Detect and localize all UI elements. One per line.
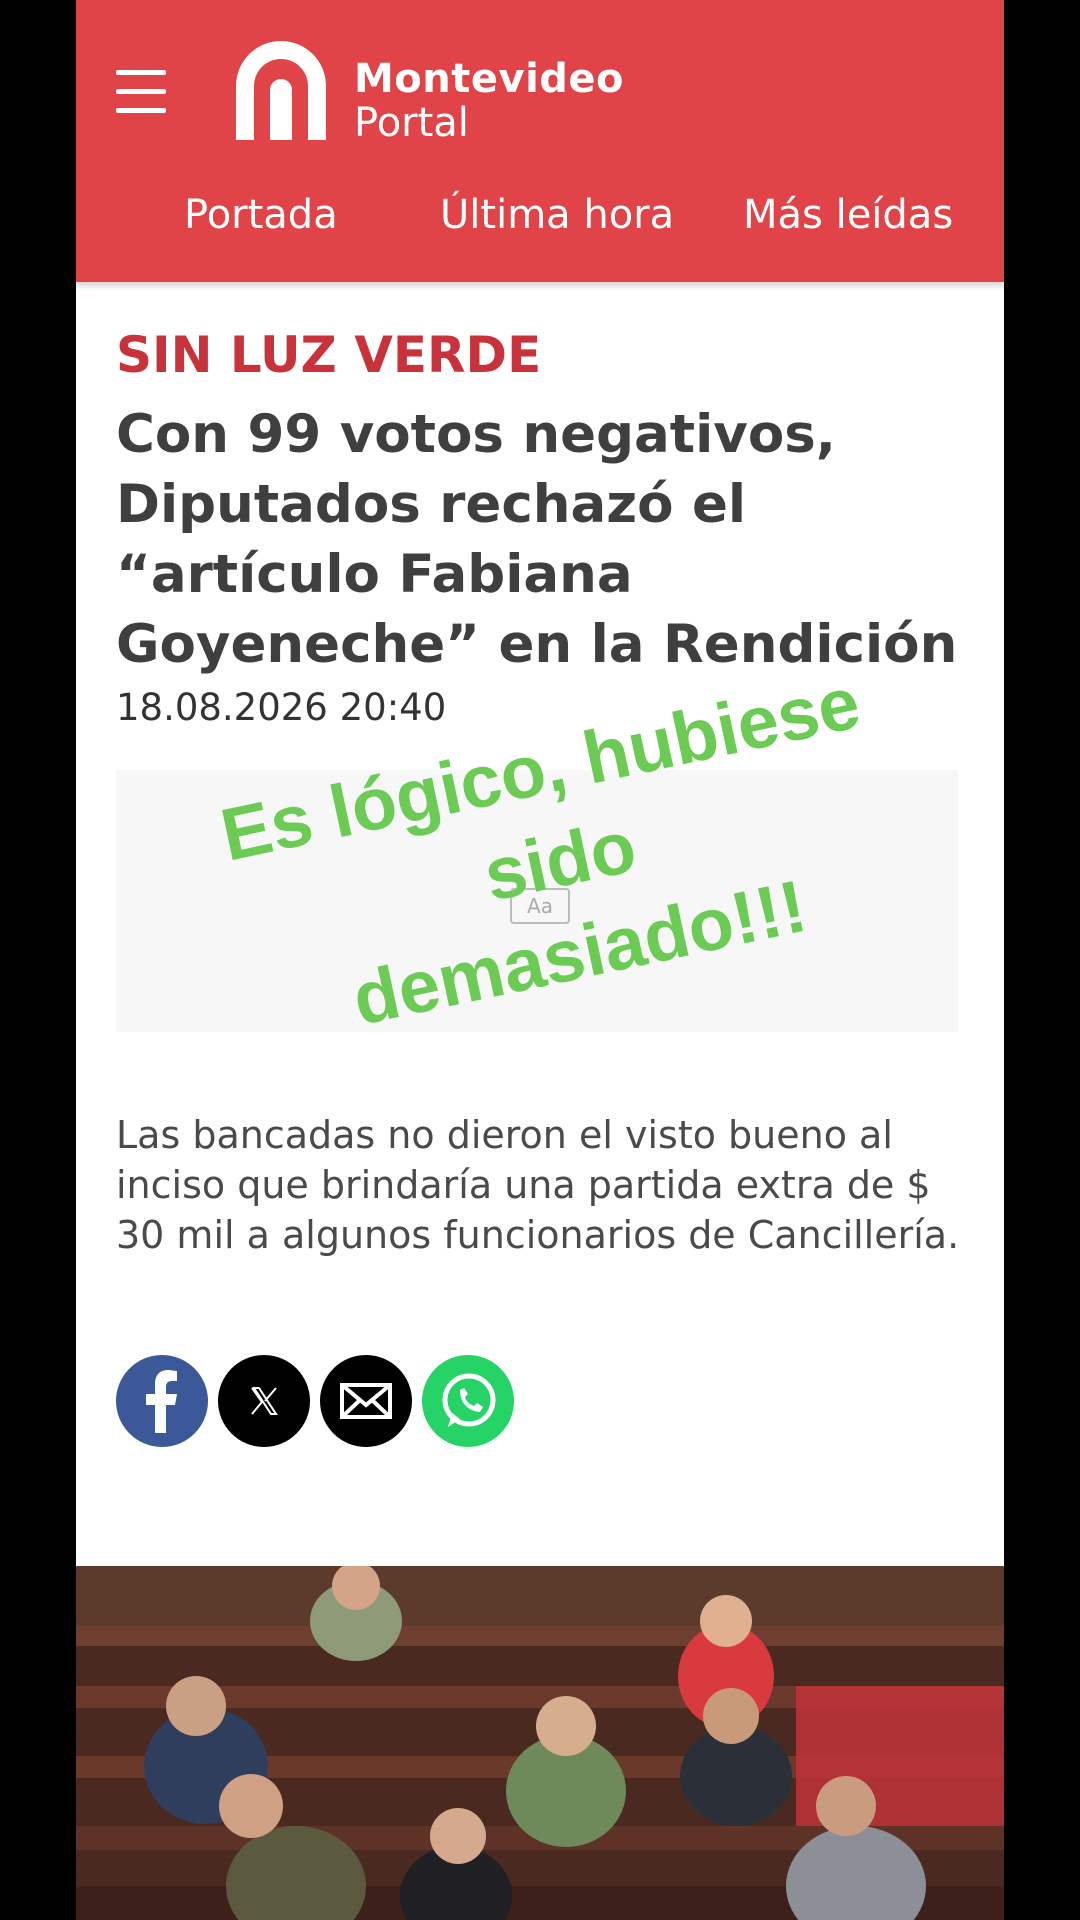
article-photo[interactable] (76, 1566, 1004, 1920)
article-summary: Las bancadas no dieron el visto bueno al… (116, 1113, 960, 1257)
share-facebook-button[interactable] (116, 1355, 208, 1447)
menu-icon[interactable] (116, 70, 166, 114)
envelope-icon (340, 1383, 392, 1419)
site-header: Montevideo Portal Portada Última hora Má… (76, 0, 1004, 282)
article-kicker: SIN LUZ VERDE (116, 326, 542, 384)
brand-subtitle[interactable]: Portal (354, 100, 469, 146)
x-icon (251, 1387, 278, 1415)
tab-portada[interactable]: Portada (184, 192, 338, 238)
article-headline: Con 99 votos negativos, Diputados rechaz… (116, 404, 958, 675)
whatsapp-icon (442, 1373, 496, 1427)
share-whatsapp-button[interactable] (422, 1355, 514, 1447)
tab-ultima-hora[interactable]: Última hora (440, 192, 674, 238)
tab-mas-leidas[interactable]: Más leídas (743, 192, 953, 238)
article-page: Montevideo Portal Portada Última hora Má… (76, 0, 1004, 1920)
logo-icon[interactable] (232, 40, 330, 140)
ad-icon: Aa (510, 888, 570, 924)
share-x-button[interactable] (218, 1355, 310, 1447)
brand-name[interactable]: Montevideo (354, 56, 624, 102)
article-date: 18.08.2026 20:40 (116, 686, 447, 729)
parliament-photo (76, 1566, 1004, 1920)
share-email-button[interactable] (320, 1355, 412, 1447)
facebook-icon (146, 1370, 177, 1433)
